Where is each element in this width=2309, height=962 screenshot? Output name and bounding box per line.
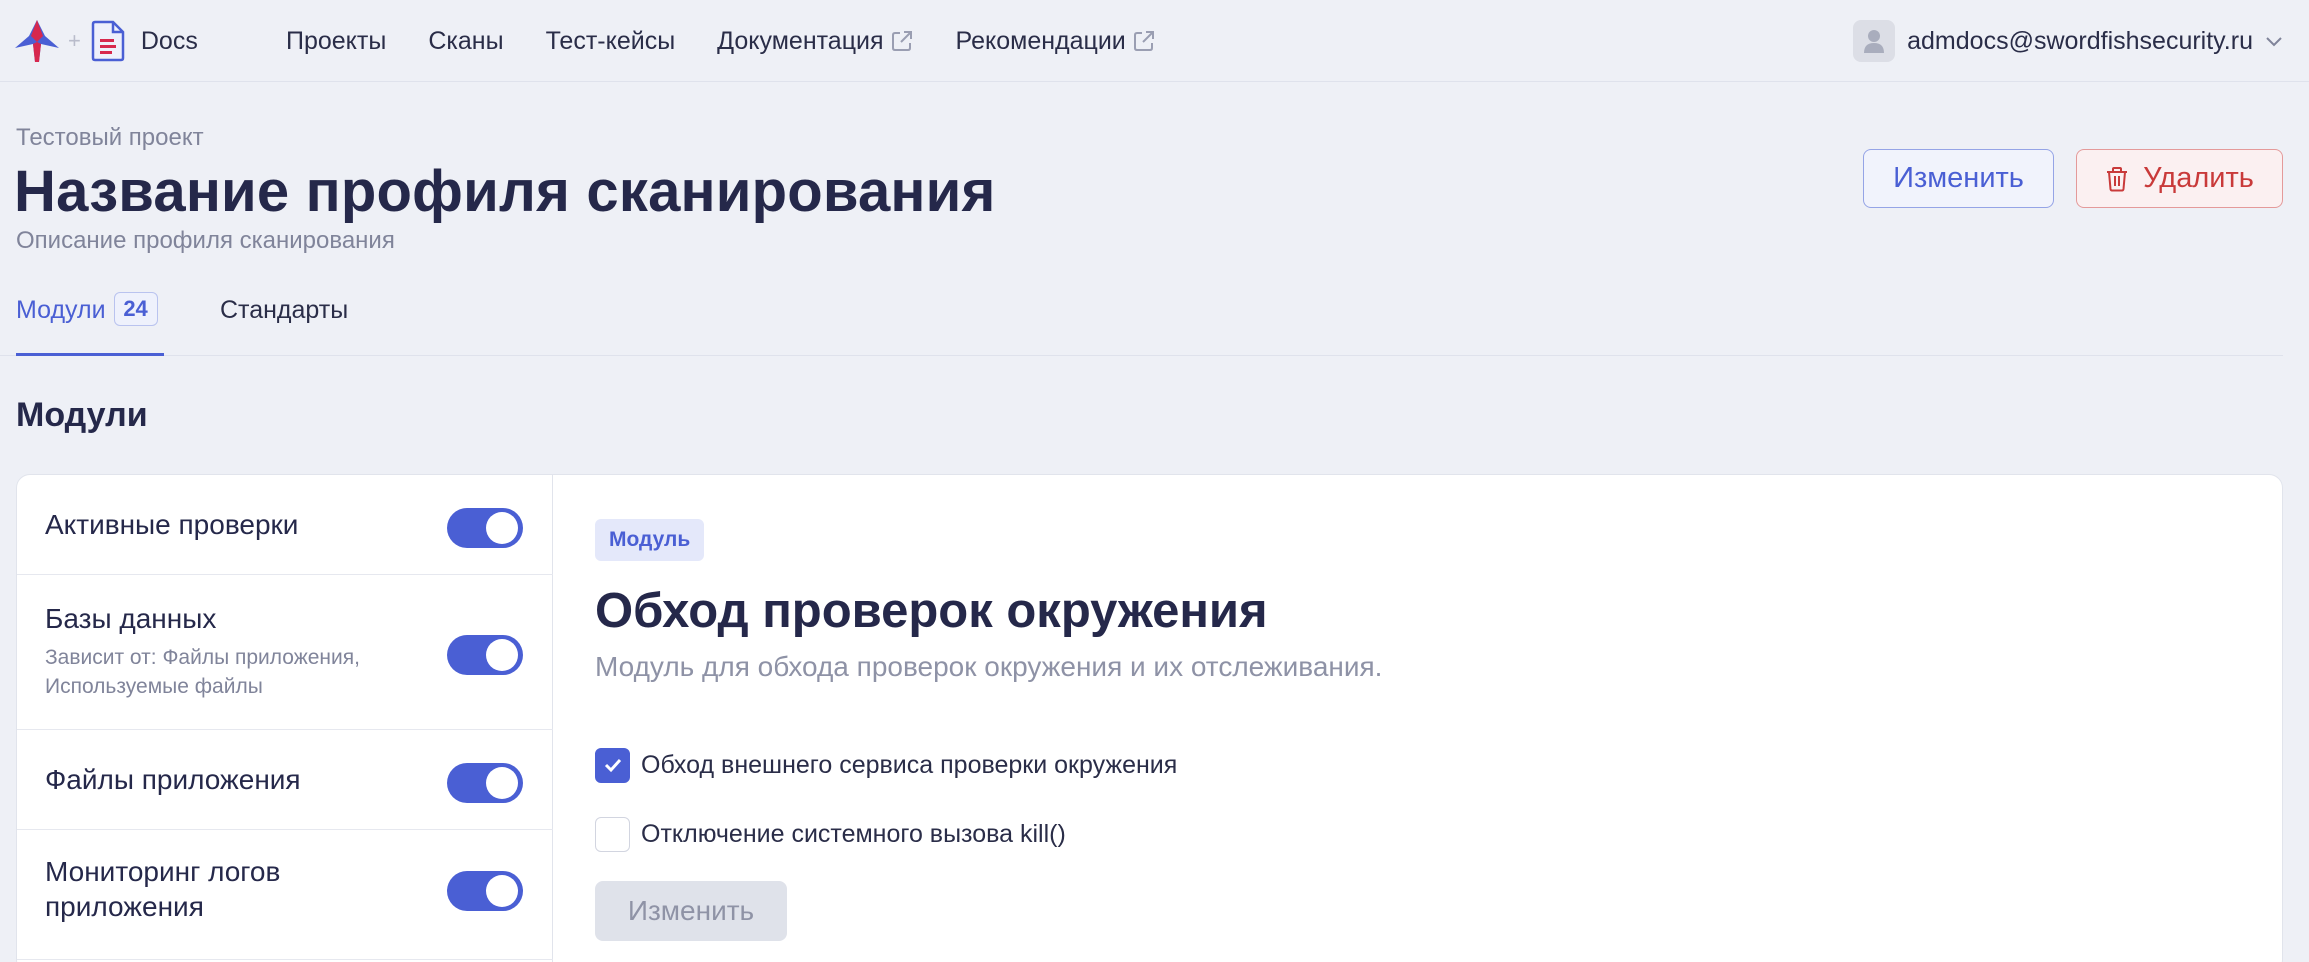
edit-profile-label: Изменить bbox=[1893, 162, 2024, 194]
option-disable-kill[interactable]: Отключение системного вызова kill() bbox=[595, 816, 1066, 852]
nav-projects-label: Проекты bbox=[286, 26, 387, 55]
user-menu[interactable]: admdocs@swordfishsecurity.ru bbox=[1853, 19, 2285, 63]
option-bypass-env-service[interactable]: Обход внешнего сервиса проверки окружени… bbox=[595, 747, 1177, 783]
module-toggle[interactable] bbox=[447, 871, 523, 911]
nav-recommendations-label: Рекомендации bbox=[955, 26, 1126, 55]
module-name: Активные проверки bbox=[45, 509, 299, 540]
nav-documentation[interactable]: Документация bbox=[717, 27, 913, 56]
module-tag: Модуль bbox=[595, 519, 705, 561]
modules-count-badge: 24 bbox=[113, 292, 158, 326]
top-bar: + Docs Проекты Сканы Тест-кейсы Документ… bbox=[0, 0, 2309, 82]
main-nav: Проекты Сканы Тест-кейсы Документация Ре… bbox=[286, 22, 1198, 60]
modules-card: Активные проверки Базы данных Зависит от… bbox=[16, 474, 2283, 962]
swordfish-logo-icon bbox=[15, 20, 59, 62]
module-detail: Модуль Обход проверок окружения Модуль д… bbox=[595, 475, 2275, 962]
nav-documentation-label: Документация bbox=[717, 26, 884, 55]
external-link-icon bbox=[1133, 31, 1154, 51]
external-link-icon bbox=[891, 31, 912, 51]
module-list: Активные проверки Базы данных Зависит от… bbox=[17, 475, 553, 962]
checkbox-unchecked[interactable] bbox=[595, 816, 630, 852]
module-toggle[interactable] bbox=[447, 763, 523, 803]
user-email: admdocs@swordfishsecurity.ru bbox=[1907, 26, 2253, 55]
option-label: Отключение системного вызова kill() bbox=[641, 819, 1066, 848]
module-item[interactable]: Базы данных Зависит от: Файлы приложения… bbox=[17, 575, 553, 730]
brand-name: Docs bbox=[140, 26, 198, 55]
breadcrumb-project[interactable]: Тестовый проект bbox=[16, 124, 204, 152]
apply-changes-label: Изменить bbox=[627, 895, 755, 926]
avatar bbox=[1853, 20, 1896, 62]
module-description: Модуль для обхода проверок окружения и и… bbox=[595, 651, 1383, 682]
nav-scans-label: Сканы bbox=[428, 26, 504, 55]
module-toggle[interactable] bbox=[447, 635, 523, 675]
page-title: Название профиля сканирования bbox=[14, 159, 996, 224]
module-dependency: Зависит от: Файлы приложения, Используем… bbox=[45, 646, 360, 698]
brand[interactable]: + Docs bbox=[14, 18, 198, 64]
delete-profile-label: Удалить bbox=[2143, 162, 2254, 194]
option-label: Обход внешнего сервиса проверки окружени… bbox=[641, 750, 1178, 779]
module-item[interactable]: Активные проверки bbox=[17, 475, 553, 575]
delete-profile-button[interactable]: Удалить bbox=[2076, 149, 2283, 208]
module-item[interactable]: Мониторинг логов приложения bbox=[17, 830, 553, 960]
checkbox-checked[interactable] bbox=[595, 747, 630, 783]
profile-tabs: Модули 24 Стандарты bbox=[0, 292, 2283, 356]
tab-standards[interactable]: Стандарты bbox=[220, 292, 348, 356]
module-name: Мониторинг логов приложения bbox=[45, 856, 281, 922]
edit-profile-button[interactable]: Изменить bbox=[1863, 149, 2054, 208]
tab-standards-label: Стандарты bbox=[220, 296, 349, 324]
tab-modules[interactable]: Модули 24 bbox=[16, 292, 164, 356]
module-toggle[interactable] bbox=[447, 508, 523, 548]
nav-recommendations[interactable]: Рекомендации bbox=[956, 27, 1156, 56]
module-title: Обход проверок окружения bbox=[595, 584, 1268, 638]
plus-separator: + bbox=[68, 28, 81, 53]
user-icon bbox=[1864, 30, 1885, 53]
module-name: Базы данных bbox=[45, 603, 217, 634]
trash-icon bbox=[2107, 166, 2128, 191]
module-name: Файлы приложения bbox=[45, 764, 301, 795]
nav-test-cases[interactable]: Тест-кейсы bbox=[546, 27, 676, 56]
nav-scans[interactable]: Сканы bbox=[428, 27, 503, 56]
document-icon bbox=[91, 20, 125, 62]
page-subtitle: Описание профиля сканирования bbox=[16, 227, 395, 254]
chevron-down-icon bbox=[2266, 37, 2282, 47]
nav-projects[interactable]: Проекты bbox=[286, 27, 386, 56]
section-title: Модули bbox=[16, 396, 148, 434]
apply-changes-button[interactable]: Изменить bbox=[595, 881, 787, 941]
nav-test-cases-label: Тест-кейсы bbox=[545, 26, 676, 55]
module-item[interactable]: Файлы приложения bbox=[17, 730, 553, 830]
checkmark-icon bbox=[604, 758, 621, 773]
tab-modules-label: Модули bbox=[16, 296, 106, 324]
